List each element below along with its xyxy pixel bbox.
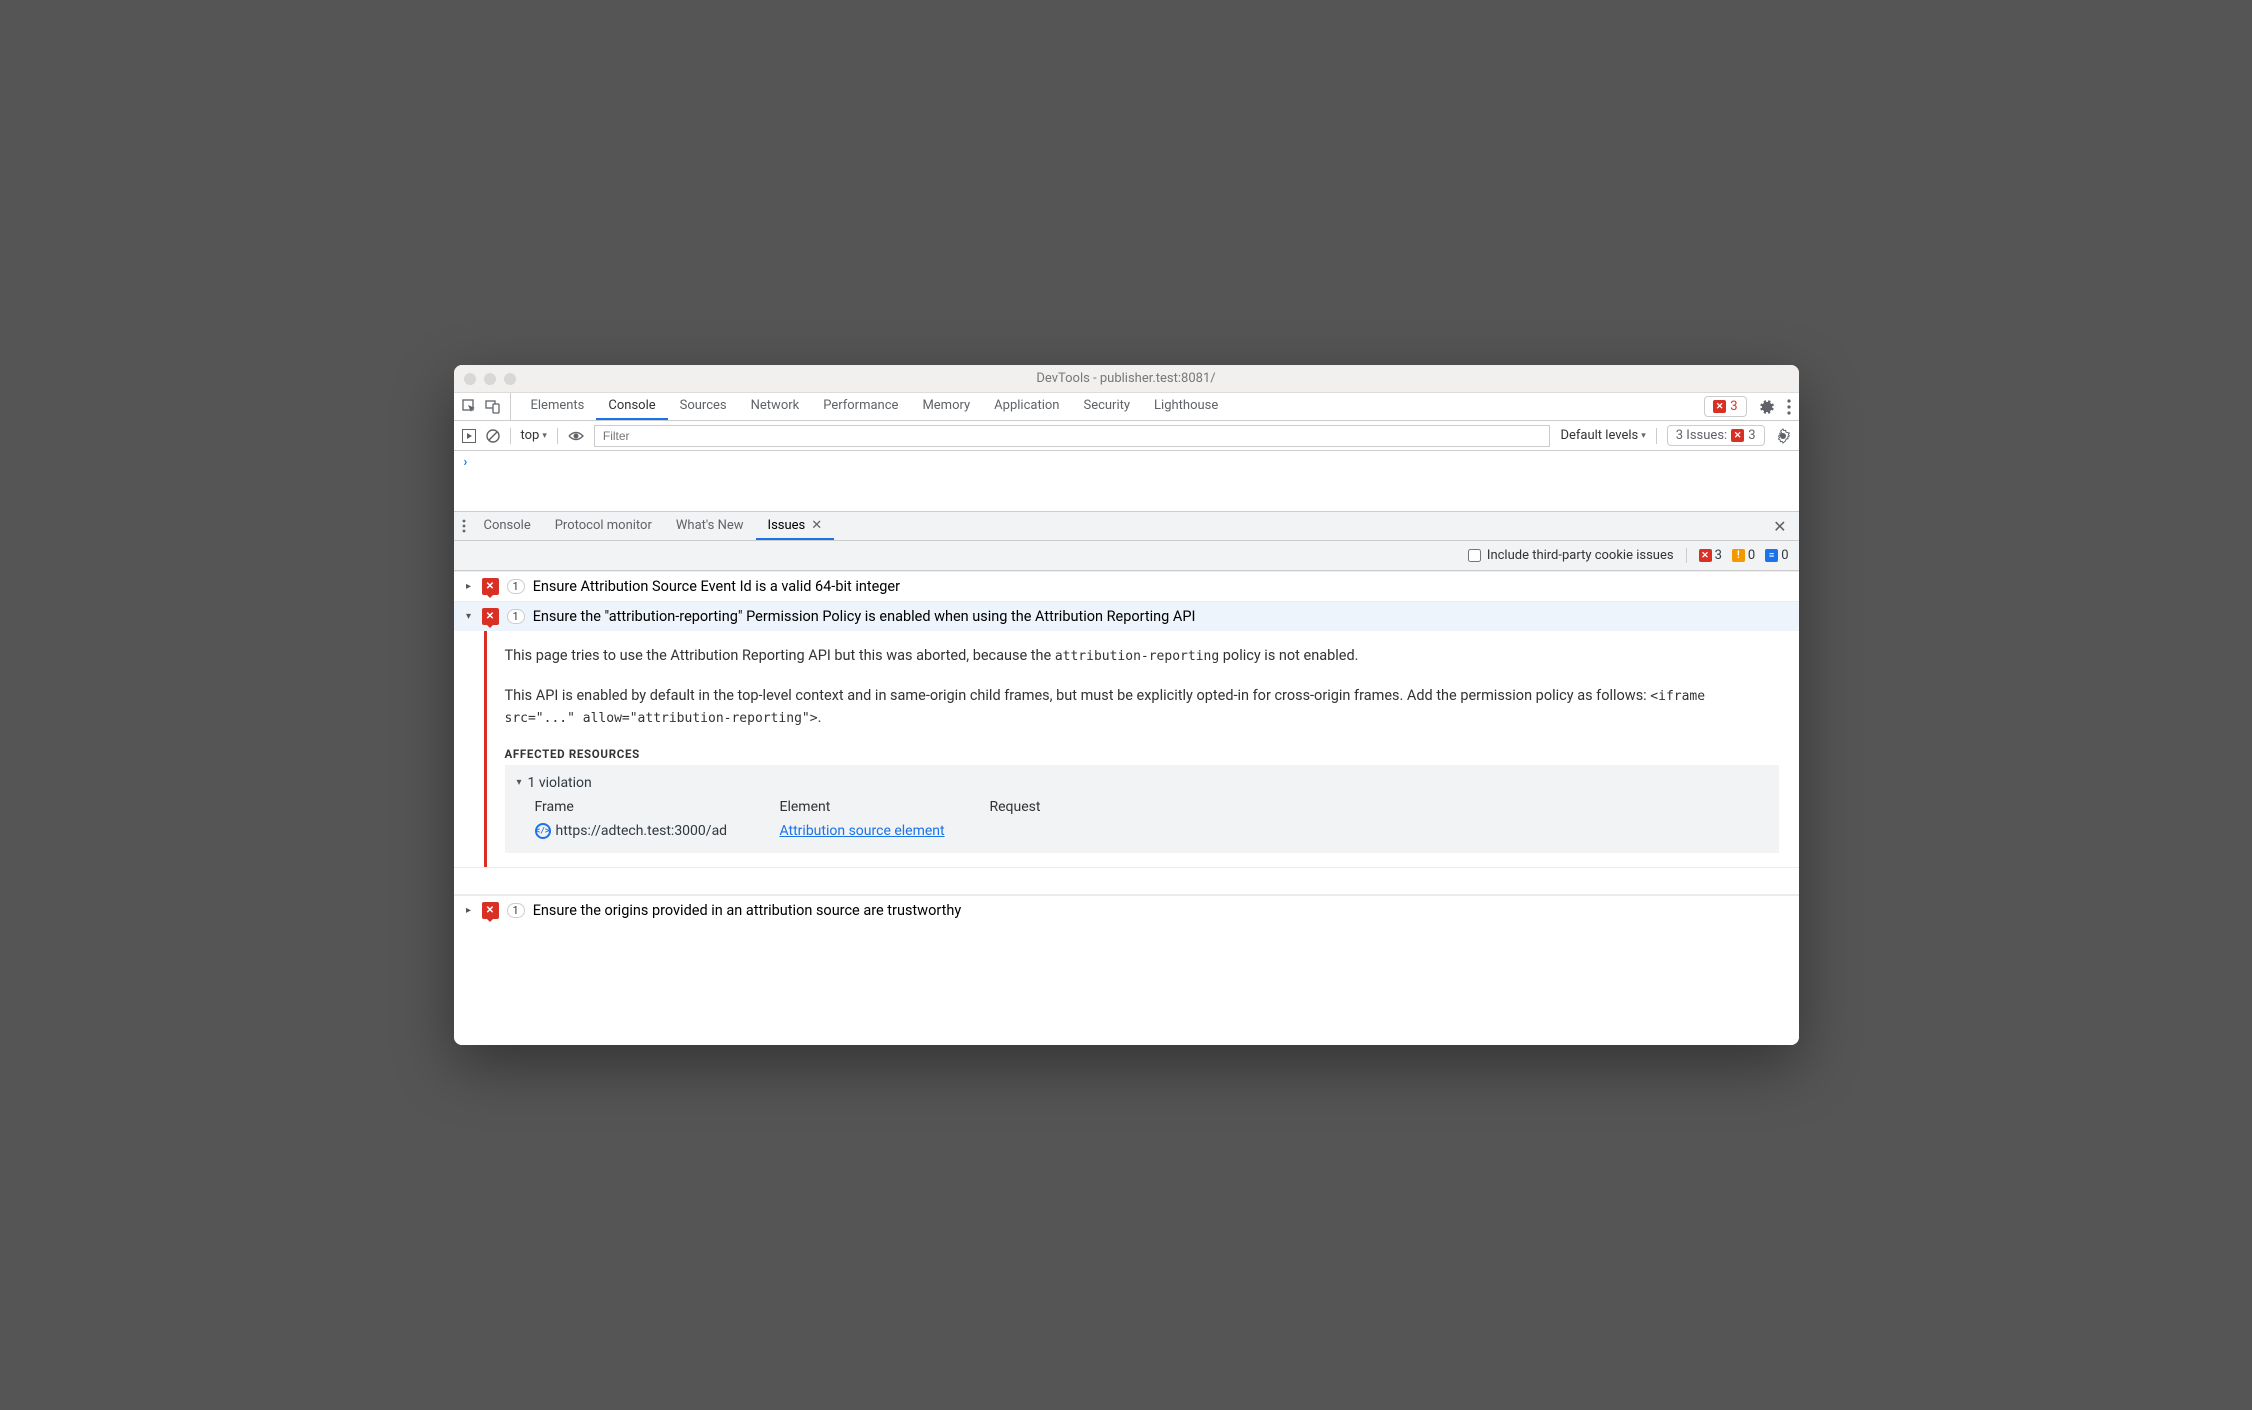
console-toolbar: top Default levels 3 Issues: ✕ 3 [454,421,1799,451]
issue-row[interactable]: ✕ 1 Ensure the origins provided in an at… [454,895,1799,925]
breaking-issue-icon: ✕ [482,902,499,919]
titlebar: DevTools - publisher.test:8081/ [454,365,1799,393]
col-element: Element [780,799,990,815]
clear-console-icon[interactable] [486,429,500,443]
col-request: Request [990,799,1767,815]
log-levels-selector[interactable]: Default levels [1560,428,1645,443]
issue-count-pill: 1 [507,609,525,624]
tab-network[interactable]: Network [739,393,812,420]
inspect-icon[interactable] [462,399,477,414]
issue-count-pill: 1 [507,579,525,594]
frame-icon: </> [535,823,551,839]
breaking-issue-icon: ✕ [482,608,499,625]
drawer-tab-strip: Console Protocol monitor What's New Issu… [454,511,1799,541]
console-prompt[interactable]: › [454,451,1799,511]
filter-input[interactable] [594,425,1551,447]
third-party-checkbox[interactable]: Include third-party cookie issues [1468,548,1674,563]
console-settings-icon[interactable] [1775,428,1791,444]
breaking-issue-icon: ✕ [482,578,499,595]
error-icon: ✕ [1731,429,1744,442]
error-icon: ✕ [1713,400,1726,413]
improvement-count[interactable]: !0 [1732,548,1755,563]
expand-icon[interactable] [464,905,474,916]
tab-security[interactable]: Security [1071,393,1142,420]
window-title: DevTools - publisher.test:8081/ [1036,371,1215,386]
issue-row[interactable]: ✕ 1 Ensure Attribution Source Event Id i… [454,571,1799,601]
close-dot[interactable] [464,373,476,385]
tab-lighthouse[interactable]: Lighthouse [1142,393,1230,420]
tab-memory[interactable]: Memory [910,393,982,420]
affected-resources-heading: AFFECTED RESOURCES [505,747,1779,761]
issue-row[interactable]: ✕ 1 Ensure the "attribution-reporting" P… [454,601,1799,631]
tab-console[interactable]: Console [596,393,667,420]
issue-counts: ✕3 !0 ≡0 [1686,548,1789,563]
issue-title: Ensure the "attribution-reporting" Permi… [533,608,1196,625]
drawer-tab-protocol[interactable]: Protocol monitor [543,512,664,540]
devtools-window: DevTools - publisher.test:8081/ Elements… [454,365,1799,1045]
close-tab-icon[interactable]: ✕ [811,518,822,533]
more-icon[interactable] [1787,399,1791,415]
min-dot[interactable] [484,373,496,385]
issue-title: Ensure the origins provided in an attrib… [533,902,962,919]
live-expression-icon[interactable] [568,431,584,441]
issue-title: Ensure Attribution Source Event Id is a … [533,578,900,595]
device-icon[interactable] [485,399,500,414]
violation-toggle[interactable]: ▾ 1 violation [517,775,1767,791]
issues-pill[interactable]: 3 Issues: ✕ 3 [1667,425,1765,446]
drawer-tab-whatsnew[interactable]: What's New [664,512,756,540]
tab-performance[interactable]: Performance [811,393,910,420]
max-dot[interactable] [504,373,516,385]
drawer-more-icon[interactable] [462,519,472,533]
issue-count-pill: 1 [507,903,525,918]
collapse-icon: ▾ [517,777,522,788]
info-count[interactable]: ≡0 [1765,548,1788,563]
issues-list: ✕ 1 Ensure Attribution Source Event Id i… [454,571,1799,1045]
col-frame: Frame [535,799,780,815]
drawer-tab-issues[interactable]: Issues ✕ [756,512,835,540]
main-tab-strip: Elements Console Sources Network Perform… [454,393,1799,421]
issues-filter-bar: Include third-party cookie issues ✕3 !0 … [454,541,1799,571]
frame-cell[interactable]: </> https://adtech.test:3000/ad [535,823,780,839]
collapse-icon[interactable] [464,611,474,622]
close-drawer-icon[interactable]: ✕ [1769,517,1790,536]
top-error-badge[interactable]: ✕ 3 [1704,396,1746,417]
breaking-count[interactable]: ✕3 [1699,548,1722,563]
drawer-tab-console[interactable]: Console [472,512,543,540]
element-link[interactable]: Attribution source element [780,823,945,839]
tab-sources[interactable]: Sources [668,393,739,420]
traffic-lights [464,373,516,385]
context-selector[interactable]: top [521,428,547,443]
console-run-icon[interactable] [462,429,476,443]
settings-icon[interactable] [1759,399,1775,415]
tab-application[interactable]: Application [982,393,1071,420]
issue-body: This page tries to use the Attribution R… [484,631,1799,867]
tab-elements[interactable]: Elements [519,393,597,420]
expand-icon[interactable] [464,581,474,592]
affected-resources-box: ▾ 1 violation Frame Element Request </> … [505,765,1779,853]
